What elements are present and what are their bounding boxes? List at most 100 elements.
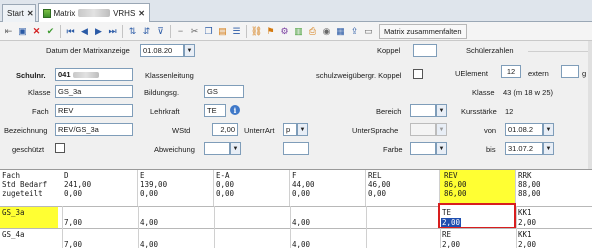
link-icon[interactable]: ⛓ [250,25,263,38]
close-icon[interactable]: ✕ [138,9,145,18]
matrix-icon [43,8,51,18]
column-header-d[interactable]: D 241,00 0,00 [62,170,138,206]
uelement-field[interactable]: 12 [501,65,521,78]
grid-icon[interactable]: ▦ [334,25,347,38]
column-header-e[interactable]: E 139,00 0,00 [138,170,214,206]
chevron-down-icon[interactable]: ▼ [230,142,241,155]
export-icon[interactable]: ⇪ [348,25,361,38]
schulzweig-checkbox[interactable] [413,69,423,79]
cell-value[interactable]: 2,00 [518,218,536,227]
chevron-down-icon[interactable]: ▼ [436,104,447,117]
header-label-bedarf: Std Bedarf [2,180,48,189]
cell-value[interactable]: 2,00 [442,240,460,248]
back-icon[interactable]: ⇤ [2,25,15,38]
first-record-icon[interactable]: ⏮ [64,25,77,38]
tab-bar: Start ✕ Matrix VRHS ✕ [0,0,592,22]
untersprache-field[interactable] [410,123,436,136]
previous-record-icon[interactable]: ◀ [78,25,91,38]
bereich-label: Bereich [376,107,402,116]
tab-start[interactable]: Start ✕ [2,4,36,22]
print-icon[interactable]: ⎙ [306,25,319,38]
cut-icon[interactable]: ✂ [188,25,201,38]
cell-teacher: RE [442,230,452,239]
schulnr-value: 041 [58,70,71,79]
filter-icon[interactable]: ⊽ [154,25,167,38]
cell-value[interactable]: 7,00 [64,240,82,248]
tab-matrix[interactable]: Matrix VRHS ✕ [38,3,150,22]
abweichung-extra-field[interactable] [283,142,309,155]
chevron-down-icon[interactable]: ▼ [543,142,554,155]
settings-icon[interactable]: ⚙ [278,25,291,38]
column-header-rel[interactable]: REL 46,00 0,00 [366,170,440,206]
column-fach: D [64,171,69,180]
cell-value[interactable]: 4,00 [292,240,310,248]
cell-edit-value[interactable]: 2,00 [441,218,462,227]
column-bedarf: 88,00 [518,180,541,189]
column-header-rev[interactable]: REV 86,00 86,00 [440,170,516,206]
chevron-down-icon[interactable]: ▼ [436,142,447,155]
fach-label: Fach [32,107,49,116]
scrollbar[interactable] [588,41,592,169]
sort-descending-icon[interactable]: ⇵ [140,25,153,38]
confirm-icon[interactable]: ✔ [44,25,57,38]
paste-icon[interactable]: ▤ [216,25,229,38]
klasse-field[interactable]: GS_3a [55,85,133,98]
extern-field[interactable] [561,65,579,78]
group-icon[interactable]: ⚑ [264,25,277,38]
table-row[interactable]: GS_4a 7,00 4,00 4,00 RE 2,00 KK1 2,00 [0,228,592,248]
bildungsg-field[interactable]: GS [204,85,244,98]
cell-value[interactable]: 4,00 [140,218,158,227]
chevron-down-icon[interactable]: ▼ [543,123,554,136]
datum-field[interactable]: 01.08.20 [140,44,184,57]
cell-value[interactable]: 4,00 [292,218,310,227]
farbe-label: Farbe [383,145,403,154]
koppel-field[interactable] [413,44,437,57]
geschuetzt-checkbox[interactable] [55,143,65,153]
bezeichnung-field[interactable]: REV/GS_3a [55,123,133,136]
column-zugeteilt: 0,00 [368,189,387,198]
last-record-icon[interactable]: ⏭ [106,25,119,38]
save-icon[interactable]: ▣ [16,25,29,38]
column-fach: RRK [518,171,532,180]
close-icon[interactable]: ✕ [27,9,34,18]
von-field[interactable]: 01.08.2 [505,123,543,136]
row-header-klasse[interactable]: GS_4a [0,229,58,248]
chevron-down-icon[interactable]: ▼ [184,44,195,57]
redacted-text [72,72,99,79]
list-icon[interactable]: ☰ [230,25,243,38]
copy-icon[interactable]: ❐ [202,25,215,38]
lehrkraft-field[interactable]: TE [204,104,226,117]
table-row[interactable]: GS_3a 7,00 4,00 4,00 TE 2,00 KK1 2,00 [0,203,592,229]
delete-icon[interactable]: ✕ [30,25,43,38]
chevron-down-icon[interactable]: ▼ [297,123,308,136]
unterrart-label: UnterrArt [244,126,275,135]
fach-field[interactable]: REV [55,104,133,117]
next-record-icon[interactable]: ▶ [92,25,105,38]
info-icon[interactable]: i [230,105,240,115]
unterrart-field[interactable]: p [283,123,297,136]
minus-icon[interactable]: − [174,25,187,38]
sort-ascending-icon[interactable]: ⇅ [126,25,139,38]
row-header-klasse[interactable]: GS_3a [0,207,58,228]
column-header-rrk[interactable]: RRK 88,00 88,00 [516,170,592,206]
farbe-field[interactable] [410,142,436,155]
wstd-field[interactable]: 2,00 [212,123,238,136]
chevron-down-icon[interactable]: ▼ [436,123,447,136]
cell-value[interactable]: 2,00 [518,240,536,248]
column-header-f[interactable]: F 44,00 0,00 [290,170,366,206]
chart-icon[interactable]: ▥ [292,25,305,38]
cell-value[interactable]: 4,00 [140,240,158,248]
bis-field[interactable]: 31.07.2 [505,142,543,155]
column-bedarf: 139,00 [140,180,168,189]
schulnr-field[interactable]: 041 [55,68,133,81]
separator [246,24,247,38]
column-header-e-a[interactable]: E-A 0,00 0,00 [214,170,290,206]
abweichung-field[interactable] [204,142,230,155]
collapse-matrix-button[interactable]: Matrix zusammenfalten [379,23,467,39]
column-zugeteilt: 0,00 [292,189,311,198]
cell-value[interactable]: 7,00 [64,218,82,227]
window-icon[interactable]: ▭ [362,25,375,38]
g-label: g [582,69,587,78]
bereich-field[interactable] [410,104,436,117]
view-icon[interactable]: ◉ [320,25,333,38]
